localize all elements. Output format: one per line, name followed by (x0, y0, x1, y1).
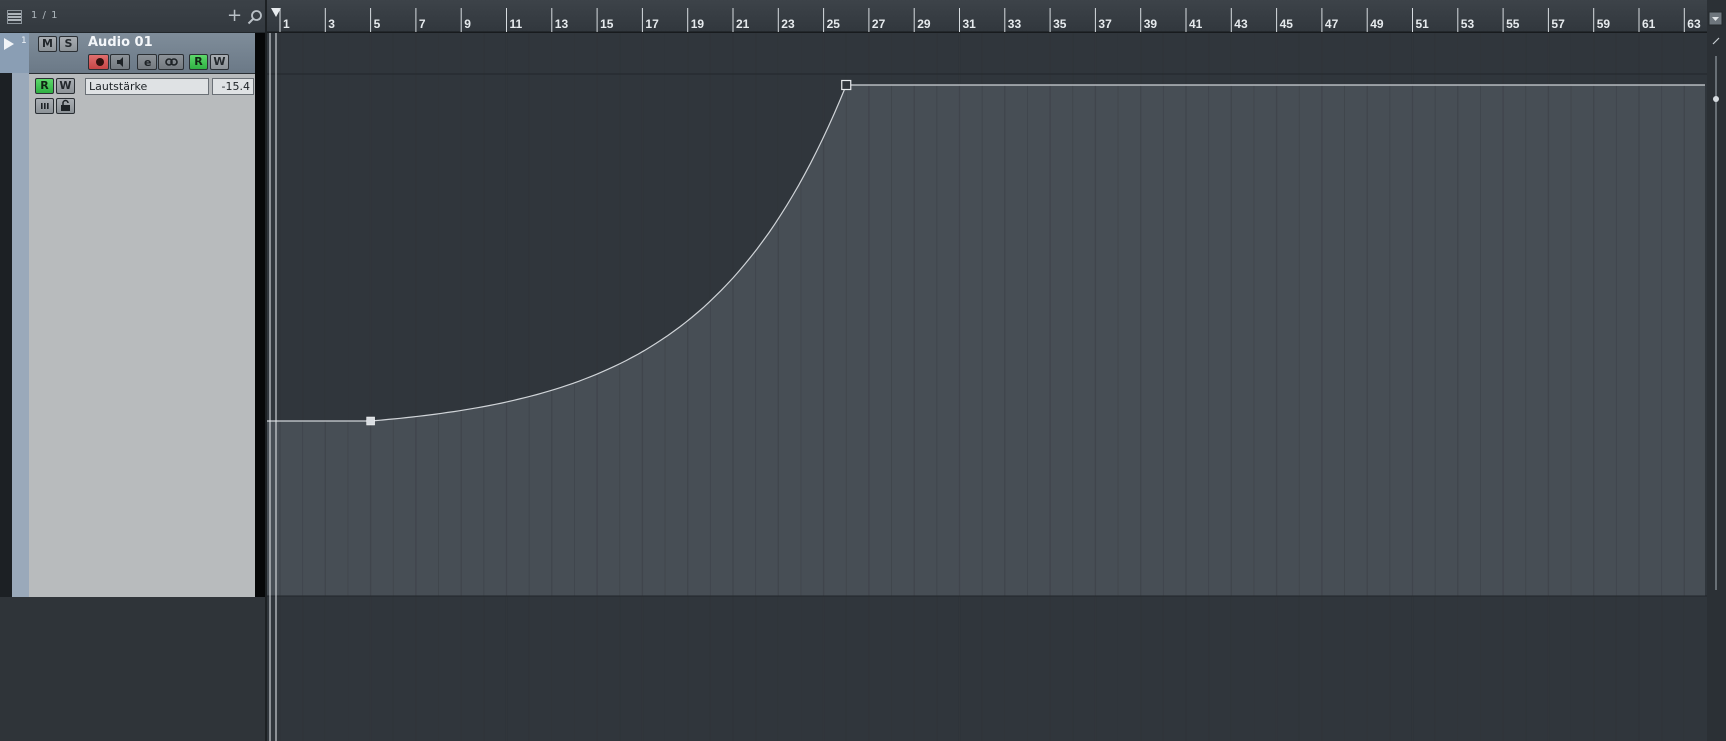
ruler-bar-label: 31 (963, 17, 977, 31)
ruler-bar-label: 27 (872, 17, 886, 31)
ruler-bar-label: 43 (1234, 17, 1248, 31)
ruler-bar-label: 1 (283, 17, 290, 31)
bar-ruler[interactable]: 1 3 5 7 9 11 13 15 17 19 21 23 25 27 29 31 33 35 37 39 41 43 4… (267, 0, 1726, 33)
track-header-area: M S Audio 01 e R W (29, 33, 255, 73)
ruler-bar-label: 35 (1053, 17, 1067, 31)
vertical-zoom-bar[interactable] (1707, 0, 1726, 741)
monitor-button[interactable] (110, 54, 130, 70)
ruler-bar-label: 47 (1325, 17, 1339, 31)
read-automation-button[interactable]: R (189, 54, 208, 70)
solo-button[interactable]: S (59, 36, 78, 52)
ruler-bar-label: 15 (600, 17, 614, 31)
ruler-bar-label: 19 (691, 17, 705, 31)
show-automation-lanes-button[interactable] (35, 98, 54, 114)
track-head: 1 (0, 33, 29, 73)
project-event-display[interactable]: 1 3 5 7 9 11 13 15 17 19 21 23 25 27 29 31 33 35 37 39 41 43 4… (267, 0, 1726, 741)
ruler-bar-label: 3 (328, 17, 335, 31)
ruler-bar-label: 9 (464, 17, 471, 31)
track-list-header: 1 / 1 + (0, 0, 267, 33)
track-meter-bar (255, 33, 265, 597)
audio-track[interactable]: 1 M S Audio 01 e R W R W Lautstärke -15.… (0, 33, 267, 597)
record-enable-icon (96, 58, 104, 66)
record-enable-button[interactable] (88, 54, 109, 70)
ruler-bar-label: 7 (419, 17, 426, 31)
track-name[interactable]: Audio 01 (88, 35, 153, 50)
cubase-project-window: 1 / 1 + 1 M S Audio 01 e R W R W Lautstä… (0, 0, 1726, 741)
ruler-bar-label: 33 (1008, 17, 1022, 31)
track-controls: M S Audio 01 e R W R W Lautstärke -15.4 (29, 33, 255, 597)
zoom-slider-handle[interactable] (1713, 96, 1719, 102)
lock-button[interactable] (56, 98, 75, 114)
automation-value-field[interactable]: -15.4 (212, 78, 254, 95)
ruler-bar-label: 61 (1642, 17, 1656, 31)
expand-triangle-icon[interactable] (4, 38, 14, 50)
ruler-bar-label: 13 (555, 17, 569, 31)
link-icon (165, 58, 178, 66)
track-count: 1 / 1 (31, 10, 59, 21)
ruler-bar-label: 23 (781, 17, 795, 31)
track-number: 1 (21, 36, 27, 46)
automation-point[interactable] (841, 79, 852, 91)
search-icon[interactable] (247, 9, 263, 25)
ruler-bar-label: 5 (374, 17, 381, 31)
automation-write-button[interactable]: W (56, 78, 75, 94)
ruler-bar-label: 51 (1416, 17, 1430, 31)
ruler-bar-label: 59 (1597, 17, 1611, 31)
ruler-bar-label: 21 (736, 17, 750, 31)
automation-read-button[interactable]: R (35, 78, 54, 94)
track-list-panel: 1 / 1 + 1 M S Audio 01 e R W R W Lautstä… (0, 0, 267, 741)
ruler-bar-label: 53 (1461, 17, 1475, 31)
mute-button[interactable]: M (38, 36, 57, 52)
show-automation-lanes-icon (41, 103, 49, 109)
ruler-bar-label: 37 (1098, 17, 1112, 31)
grid-and-automation-canvas[interactable] (267, 0, 1726, 741)
zoom-pencil-icon (1712, 37, 1720, 45)
edit-channel-icon: e (144, 56, 151, 69)
track-list-menu-icon[interactable] (7, 10, 22, 24)
ruler-bar-label: 11 (510, 17, 523, 31)
ruler-bar-label: 49 (1370, 17, 1384, 31)
monitor-icon (117, 57, 123, 67)
ruler-bar-label: 45 (1280, 17, 1294, 31)
ruler-bar-label: 39 (1144, 17, 1158, 31)
track-left-strip (0, 33, 12, 597)
ruler-bar-label: 41 (1189, 17, 1203, 31)
add-track-icon[interactable]: + (227, 5, 242, 27)
track-color-strip[interactable] (12, 33, 29, 597)
lock-icon (61, 99, 70, 111)
ruler-bar-label: 55 (1506, 17, 1520, 31)
svg-text:e: e (144, 56, 151, 69)
ruler-bar-label: 17 (645, 17, 659, 31)
ruler-bar-label: 29 (917, 17, 931, 31)
automation-lane-header: R W Lautstärke -15.4 (29, 73, 255, 597)
ruler-bar-label: 57 (1551, 17, 1565, 31)
ruler-bar-label: 25 (827, 17, 841, 31)
ruler-bar-label: 63 (1687, 17, 1701, 31)
automation-point[interactable] (366, 416, 375, 426)
automation-parameter-field[interactable]: Lautstärke (85, 78, 209, 95)
edit-channel-button[interactable]: e (137, 54, 157, 70)
link-button[interactable] (158, 54, 184, 70)
write-automation-button[interactable]: W (210, 54, 229, 70)
